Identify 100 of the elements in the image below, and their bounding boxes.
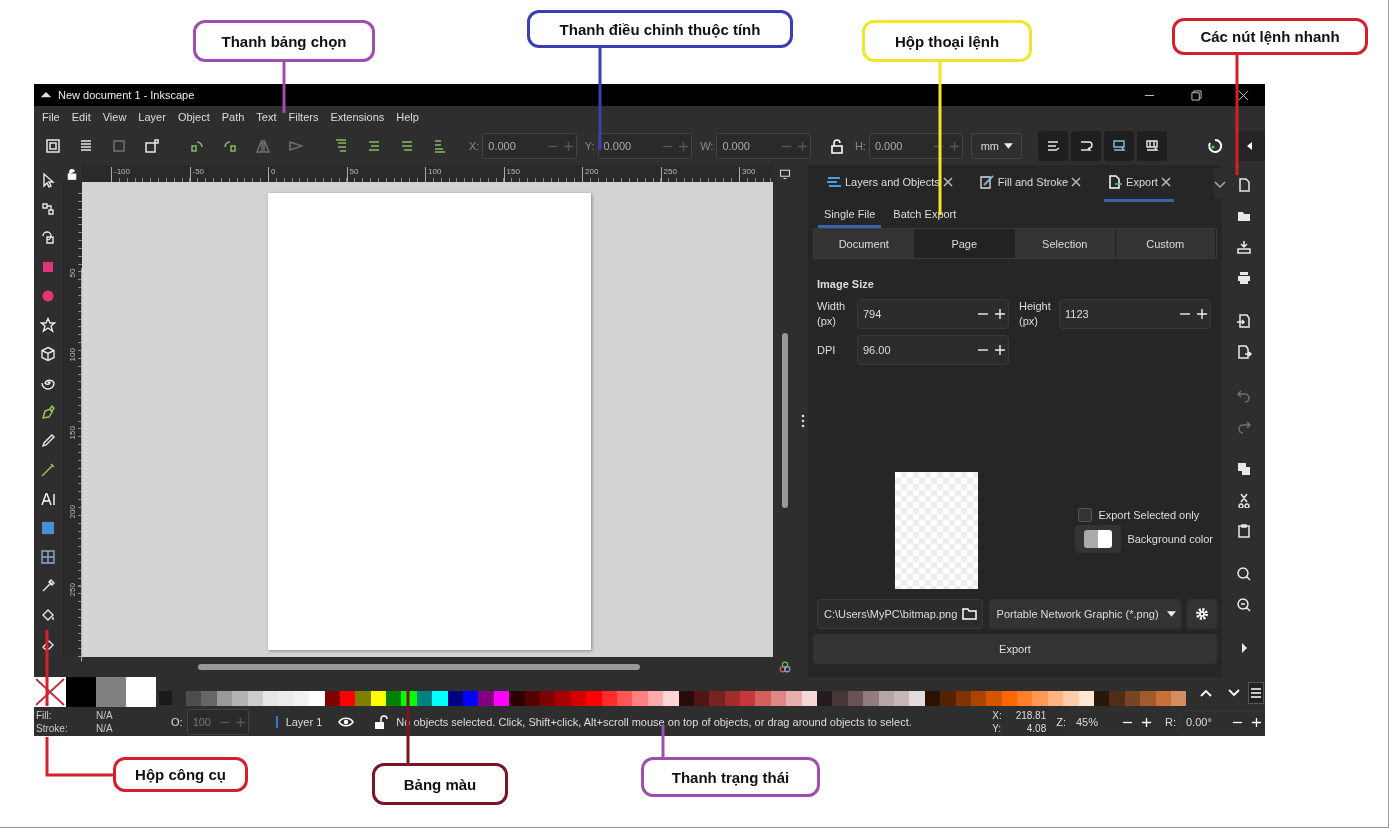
tweak-icon[interactable] bbox=[40, 230, 56, 246]
rotate-left-icon[interactable] bbox=[188, 138, 205, 154]
zoom-field[interactable]: 45% bbox=[1069, 710, 1155, 734]
color-button[interactable] bbox=[1075, 525, 1122, 553]
color-swatch[interactable] bbox=[817, 691, 833, 706]
color-swatch[interactable] bbox=[1017, 691, 1033, 706]
dropper-icon[interactable] bbox=[40, 578, 56, 594]
color-swatch[interactable] bbox=[463, 691, 479, 706]
close-icon[interactable] bbox=[1238, 89, 1249, 101]
drag-handle-icon[interactable] bbox=[800, 414, 805, 428]
menu-item[interactable]: Object bbox=[171, 108, 216, 125]
close-icon[interactable] bbox=[942, 177, 953, 187]
circles-icon[interactable] bbox=[779, 661, 791, 673]
dialog-tab[interactable]: Fill and Stroke bbox=[975, 165, 1085, 202]
clipboard-icon[interactable] bbox=[1235, 523, 1252, 539]
color-swatch[interactable] bbox=[1109, 691, 1125, 706]
area-button[interactable]: Page bbox=[914, 229, 1015, 258]
checkbox[interactable] bbox=[1078, 508, 1093, 522]
display-icon[interactable] bbox=[779, 167, 791, 180]
mode-tab[interactable]: Batch Export bbox=[887, 202, 963, 228]
toolbar-button[interactable] bbox=[1071, 131, 1102, 161]
brush-icon[interactable] bbox=[40, 462, 56, 478]
number-field[interactable]: 1123 bbox=[1059, 299, 1211, 329]
collapse-button[interactable] bbox=[1235, 131, 1266, 161]
color-swatch[interactable] bbox=[126, 677, 156, 707]
color-swatch[interactable] bbox=[1032, 691, 1048, 706]
menu-item[interactable]: View bbox=[96, 108, 133, 125]
close-icon[interactable] bbox=[1071, 177, 1082, 187]
format-dropdown[interactable]: Portable Network Graphic (*.png) bbox=[988, 599, 1182, 629]
document-arrow-icon[interactable] bbox=[1235, 313, 1252, 329]
menu-item[interactable]: Extensions bbox=[324, 108, 391, 125]
color-swatch[interactable] bbox=[586, 691, 602, 706]
bucket-icon[interactable] bbox=[40, 607, 56, 623]
dialog-tab[interactable]: Export bbox=[1104, 165, 1174, 202]
document-arrow-icon[interactable] bbox=[1235, 344, 1252, 360]
lock-icon[interactable] bbox=[66, 167, 78, 180]
touch-select-icon[interactable] bbox=[144, 138, 160, 154]
color-swatch[interactable] bbox=[632, 691, 648, 706]
color-swatch[interactable] bbox=[278, 691, 294, 706]
menu-item[interactable]: Text bbox=[250, 108, 283, 125]
area-button[interactable]: Selection bbox=[1015, 229, 1116, 258]
select-layers-icon[interactable] bbox=[78, 138, 94, 154]
export-button[interactable]: Export bbox=[813, 634, 1217, 664]
color-swatch[interactable] bbox=[201, 691, 217, 706]
color-swatch[interactable] bbox=[309, 691, 325, 706]
color-swatch[interactable] bbox=[663, 691, 679, 706]
cube-icon[interactable] bbox=[40, 346, 56, 362]
color-swatch[interactable] bbox=[432, 691, 448, 706]
menu-item[interactable]: File bbox=[36, 108, 66, 125]
color-swatch[interactable] bbox=[186, 691, 202, 706]
scrollbar[interactable] bbox=[198, 664, 640, 670]
settings-button[interactable] bbox=[1187, 599, 1217, 629]
zoom-icon[interactable] bbox=[1235, 597, 1252, 613]
tabs-menu-button[interactable] bbox=[1213, 168, 1226, 199]
layer-selector[interactable]: Layer 1 bbox=[275, 716, 323, 728]
star-icon[interactable] bbox=[40, 317, 56, 333]
color-swatch[interactable] bbox=[478, 691, 494, 706]
color-swatch[interactable] bbox=[1171, 691, 1187, 706]
menu-item[interactable]: Layer bbox=[132, 108, 172, 125]
color-swatch[interactable] bbox=[509, 691, 525, 706]
pencil-icon[interactable] bbox=[40, 433, 56, 449]
toolbar-button[interactable] bbox=[1038, 131, 1069, 161]
plus-icon[interactable] bbox=[994, 344, 1006, 356]
color-swatch[interactable] bbox=[96, 677, 126, 707]
duplicate-icon[interactable] bbox=[1235, 461, 1252, 477]
zoom-icon[interactable] bbox=[1235, 566, 1252, 582]
color-swatch[interactable] bbox=[709, 691, 725, 706]
color-swatch[interactable] bbox=[555, 691, 571, 706]
plus-icon[interactable] bbox=[1196, 308, 1208, 320]
palette-menu-button[interactable] bbox=[1248, 681, 1265, 704]
filename-field[interactable]: C:\Users\MyPC\bitmap.png bbox=[817, 599, 983, 629]
menu-item[interactable]: Filters bbox=[282, 108, 325, 125]
color-swatch[interactable] bbox=[940, 691, 956, 706]
toolbar-button[interactable] bbox=[1137, 131, 1168, 161]
scrollbar[interactable] bbox=[782, 333, 788, 508]
menu-item[interactable]: Edit bbox=[65, 108, 97, 125]
color-swatch[interactable] bbox=[386, 691, 402, 706]
restore-icon[interactable] bbox=[1191, 89, 1202, 101]
text-cursor-icon[interactable] bbox=[40, 491, 56, 507]
area-button[interactable]: Document bbox=[814, 229, 915, 258]
color-swatch[interactable] bbox=[1063, 691, 1079, 706]
square-icon[interactable] bbox=[40, 259, 56, 275]
rotation-field[interactable]: 0.00° bbox=[1179, 710, 1265, 734]
menu-item[interactable]: Help bbox=[390, 108, 425, 125]
color-swatch[interactable] bbox=[740, 691, 756, 706]
mesh-icon[interactable] bbox=[40, 549, 56, 565]
close-icon[interactable] bbox=[1160, 177, 1171, 187]
scissors-icon[interactable] bbox=[1235, 492, 1252, 508]
node-icon[interactable] bbox=[40, 201, 56, 217]
folder-icon[interactable] bbox=[962, 606, 979, 622]
color-swatch[interactable] bbox=[1094, 691, 1110, 706]
color-swatch[interactable] bbox=[863, 691, 879, 706]
color-swatch[interactable] bbox=[786, 691, 802, 706]
gradient-icon[interactable] bbox=[40, 520, 56, 536]
area-button[interactable]: Custom bbox=[1115, 229, 1216, 258]
number-field[interactable]: 794 bbox=[857, 299, 1009, 329]
dialog-tab[interactable]: Layers and Objects bbox=[823, 165, 956, 202]
color-swatch[interactable] bbox=[232, 691, 248, 706]
color-swatch[interactable] bbox=[755, 691, 771, 706]
color-swatch[interactable] bbox=[1140, 691, 1156, 706]
